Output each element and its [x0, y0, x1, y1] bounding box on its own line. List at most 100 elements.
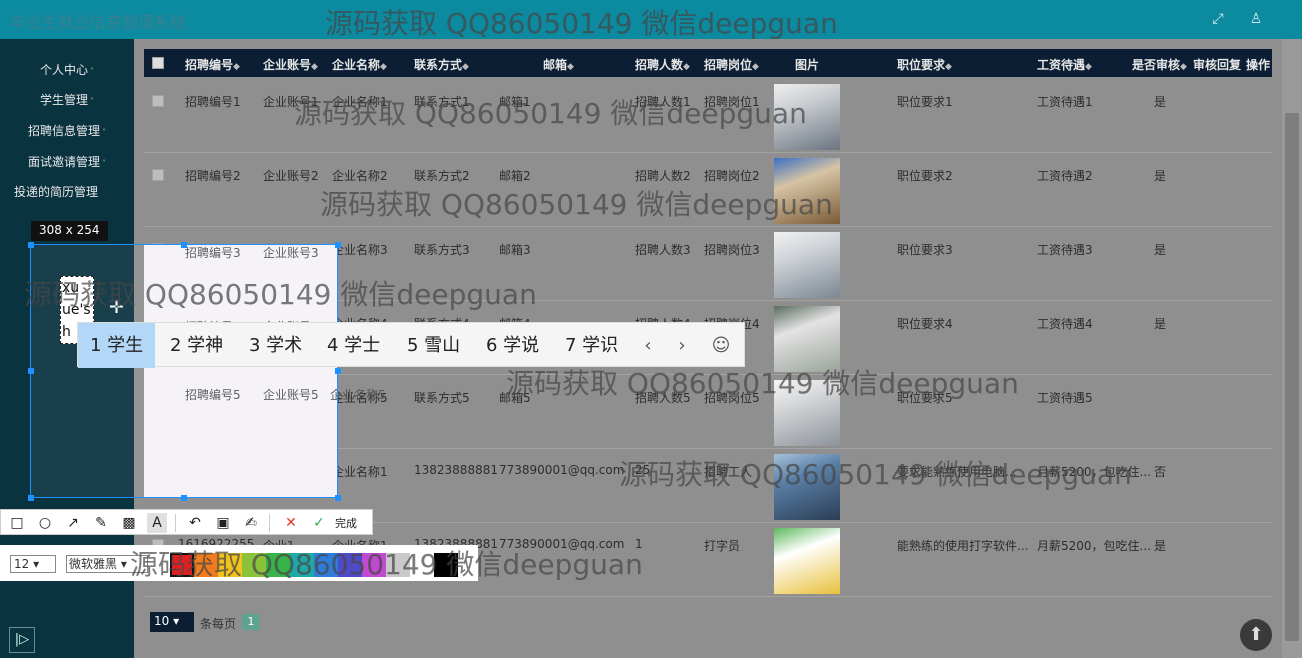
undo-icon[interactable]: ↶	[185, 513, 205, 533]
color-swatch[interactable]	[410, 553, 434, 577]
resize-handle[interactable]	[181, 242, 187, 248]
text-line: ue's	[62, 302, 91, 318]
row-checkbox[interactable]	[152, 95, 164, 107]
table-cell: 是	[1154, 539, 1167, 553]
sort-icon: ◆	[1085, 62, 1092, 72]
header-actions: 操作	[1246, 58, 1271, 72]
sidebar-item-label: 招聘信息管理	[27, 124, 100, 138]
resize-handle[interactable]	[181, 495, 187, 501]
color-swatch[interactable]	[242, 553, 266, 577]
collapse-sidebar-button[interactable]: |▷	[9, 627, 35, 653]
resize-handle[interactable]	[335, 495, 341, 501]
table-cell: 是	[1154, 317, 1167, 331]
sidebar-item-interview[interactable]: 面试邀请管理 ˅	[0, 153, 134, 170]
save-icon[interactable]: ▣	[213, 513, 233, 533]
ime-prev-page-icon[interactable]: ‹	[633, 323, 663, 368]
header-reviewed[interactable]: 是否审核◆	[1132, 56, 1187, 73]
sidebar-item-students[interactable]: 学生管理 ˅	[0, 91, 134, 108]
resize-handle[interactable]	[28, 368, 34, 374]
emoji-icon[interactable]: ☺	[706, 323, 736, 368]
table-cell: 招聘人数5	[635, 391, 691, 405]
header-company-account[interactable]: 企业账号◆	[263, 56, 318, 73]
header-company-name[interactable]: 企业名称◆	[332, 56, 387, 73]
back-to-top-button[interactable]: ⬆	[1240, 619, 1272, 651]
header-headcount[interactable]: 招聘人数◆	[635, 56, 690, 73]
ime-candidate[interactable]: 7 学识	[553, 323, 630, 368]
row-checkbox[interactable]	[152, 169, 164, 181]
confirm-icon[interactable]: ✓	[309, 513, 329, 533]
color-swatch[interactable]	[218, 553, 242, 577]
header-label: 是否审核	[1132, 58, 1181, 72]
user-icon[interactable]: ♙	[1245, 8, 1267, 30]
header-salary[interactable]: 工资待遇◆	[1037, 56, 1092, 73]
color-swatch[interactable]	[290, 553, 314, 577]
header-review-reply: 审核回复	[1193, 58, 1242, 72]
select-all-checkbox[interactable]	[152, 57, 164, 69]
header-email[interactable]: 邮箱◆	[543, 56, 574, 73]
sort-icon: ◆	[567, 62, 574, 72]
pen-tool-icon[interactable]: ✎	[91, 513, 111, 533]
app-title: 毕业生就业信息管理系统	[10, 13, 187, 32]
font-family-select[interactable]: 微软雅黑 ▾	[66, 555, 148, 573]
header-requirements[interactable]: 职位要求◆	[897, 56, 952, 73]
job-image	[774, 84, 840, 150]
header-position[interactable]: 招聘岗位◆	[704, 56, 759, 73]
sort-icon: ◆	[683, 62, 690, 72]
ime-candidate[interactable]: 2 学神	[158, 323, 235, 368]
ime-candidate[interactable]: 1 学生	[78, 323, 156, 368]
header-job-id[interactable]: 招聘编号◆	[185, 56, 240, 73]
table-cell: 联系方式5	[414, 391, 470, 405]
job-image	[774, 380, 840, 446]
sort-icon: ◆	[1180, 62, 1187, 72]
header-label: 邮箱	[543, 58, 568, 72]
sort-icon: ◆	[462, 62, 469, 72]
table-cell: 招聘人数2	[635, 169, 691, 183]
text-tool-icon[interactable]: A	[147, 513, 167, 533]
ime-candidate[interactable]: 6 学说	[474, 323, 551, 368]
ime-candidate-window: 1 学生 2 学神 3 学术 4 学士 5 雪山 6 学说 7 学识 ‹ › ☺	[77, 322, 745, 368]
fullscreen-icon[interactable]: ⤢	[1207, 8, 1229, 30]
sidebar-item-personal-center[interactable]: 个人中心 ˅	[0, 61, 134, 78]
scrollbar-thumb[interactable]	[1285, 113, 1299, 641]
ime-candidate[interactable]: 4 学士	[315, 323, 392, 368]
page-number-button[interactable]: 1	[242, 614, 260, 630]
color-swatch[interactable]	[362, 553, 386, 577]
scrollbar[interactable]	[1282, 39, 1302, 658]
table-cell: 企业名称1	[332, 95, 388, 109]
resize-handle[interactable]	[335, 242, 341, 248]
color-swatch[interactable]	[338, 553, 362, 577]
ellipse-tool-icon[interactable]: ○	[35, 513, 55, 533]
page-size-select[interactable]: 10 ▾	[150, 612, 194, 632]
resize-handle[interactable]	[28, 495, 34, 501]
color-swatch[interactable]	[266, 553, 290, 577]
mosaic-tool-icon[interactable]: ▩	[119, 513, 139, 533]
sort-icon: ◆	[380, 62, 387, 72]
table-cell: 招聘岗位2	[704, 169, 760, 183]
cancel-icon[interactable]: ✕	[281, 513, 301, 533]
color-swatch[interactable]	[434, 553, 458, 577]
arrow-tool-icon[interactable]: ↗	[63, 513, 83, 533]
table-cell: 招聘岗位3	[704, 243, 760, 257]
rectangle-tool-icon[interactable]: □	[7, 513, 27, 533]
edit-icon[interactable]: ✍	[241, 513, 261, 533]
ime-candidate[interactable]: 3 学术	[237, 323, 314, 368]
color-swatch[interactable]	[170, 553, 194, 577]
sidebar-item-label: 面试邀请管理	[27, 155, 100, 169]
ime-candidate[interactable]: 5 雪山	[395, 323, 472, 368]
header-label: 联系方式	[414, 58, 463, 72]
font-size-select[interactable]: 12 ▾	[10, 555, 56, 573]
color-swatch[interactable]	[314, 553, 338, 577]
resize-handle[interactable]	[28, 242, 34, 248]
table-cell: 13823888881	[414, 463, 498, 477]
header-contact[interactable]: 联系方式◆	[414, 56, 469, 73]
sidebar-item-recruitment[interactable]: 招聘信息管理 ˅	[0, 122, 134, 139]
done-button[interactable]: 完成	[335, 515, 357, 531]
table-cell: 要求能熟练使用电脑...	[897, 465, 1017, 479]
color-swatch[interactable]	[386, 553, 410, 577]
ime-next-page-icon[interactable]: ›	[667, 323, 697, 368]
table-cell: 职位要求5	[897, 391, 953, 405]
header-label: 招聘人数	[635, 58, 684, 72]
resize-handle[interactable]	[335, 368, 341, 374]
color-swatch[interactable]	[194, 553, 218, 577]
sidebar-item-resumes[interactable]: 投递的简历管理	[0, 183, 134, 200]
